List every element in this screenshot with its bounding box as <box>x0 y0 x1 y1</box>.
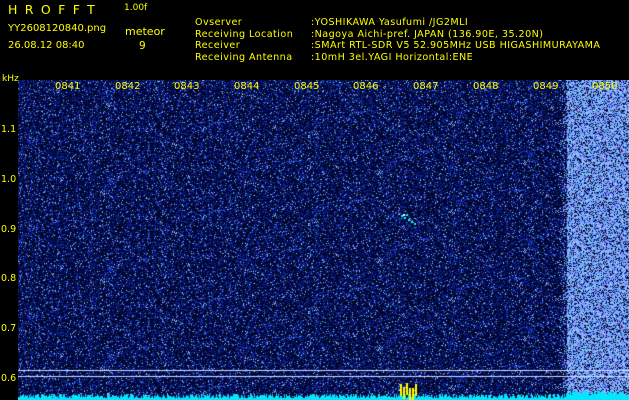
x-tick-label: 0843 <box>174 81 200 92</box>
y-axis-unit: kHz <box>2 74 19 84</box>
meteor-count: 9 <box>139 40 146 52</box>
info-row-antenna: Receiving Antenna :10mH 3el.YAGI Horizont… <box>181 41 473 74</box>
x-tick-label: 0844 <box>234 81 260 92</box>
x-tick-label: 0846 <box>353 81 379 92</box>
x-tick-label: 0850 <box>592 81 618 92</box>
timestamp: 26.08.12 08:40 <box>8 40 85 51</box>
x-tick-label: 0842 <box>115 81 141 92</box>
y-tick-label: 0.6 <box>1 373 17 384</box>
x-tick-label: 0848 <box>473 81 499 92</box>
y-tick-label: 0.7 <box>1 323 17 334</box>
x-tick-label: 0847 <box>413 81 439 92</box>
x-tick-label: 0841 <box>55 81 81 92</box>
app-title: HROFFT <box>8 2 103 17</box>
x-tick-label: 0845 <box>294 81 320 92</box>
y-tick-label: 0.8 <box>1 273 17 284</box>
y-tick-label: 0.9 <box>1 224 17 235</box>
x-tick-label: 0849 <box>533 81 559 92</box>
meteor-label: meteor <box>125 25 165 38</box>
info-label: Receiving Antenna <box>195 51 293 63</box>
file-name: YY2608120840.png <box>8 23 107 34</box>
y-tick-label: 1.0 <box>1 174 17 185</box>
info-value: :10mH 3el.YAGI Horizontal:ENE <box>311 51 474 63</box>
app-version: 1.00f <box>124 3 148 13</box>
y-tick-label: 1.1 <box>1 124 17 135</box>
spectrogram-plot <box>18 80 629 400</box>
